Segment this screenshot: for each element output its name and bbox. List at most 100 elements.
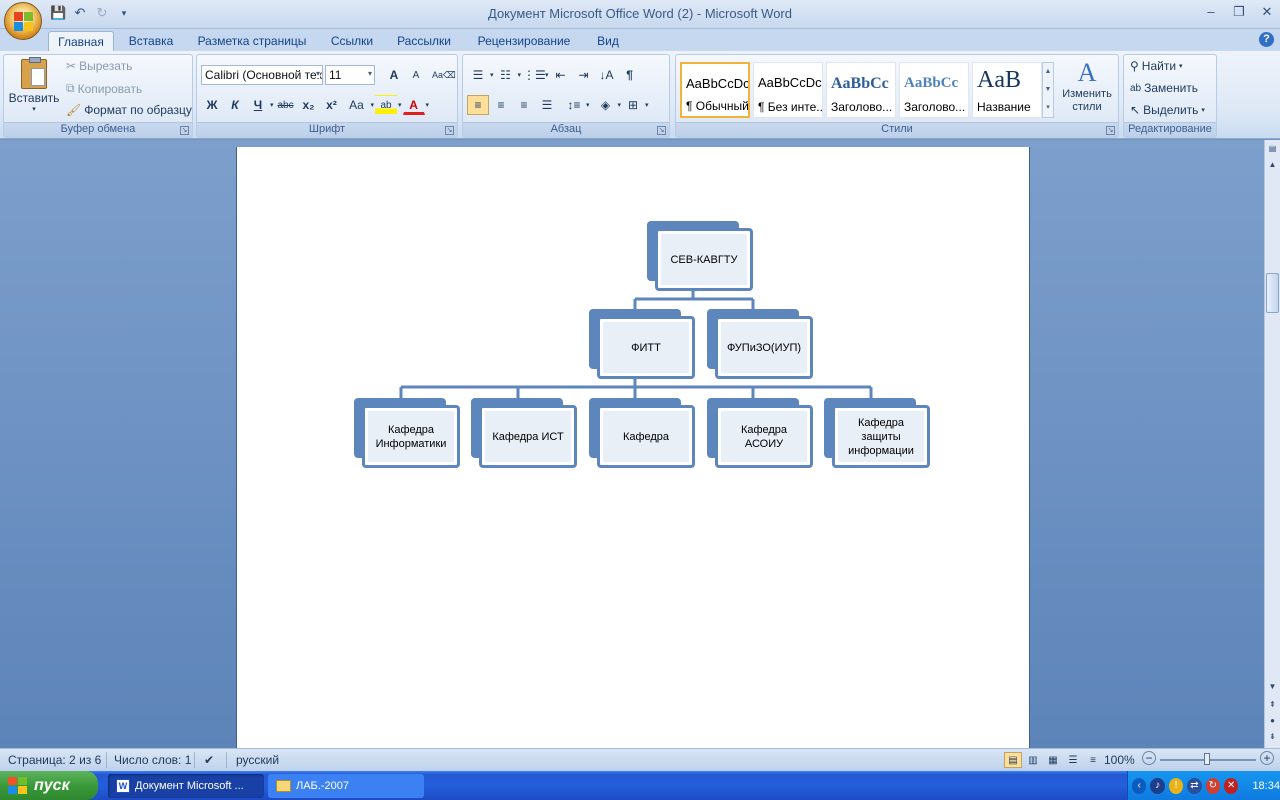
multilevel-list-icon[interactable]: ⋮☰ bbox=[522, 65, 546, 85]
paragraph-launcher-icon[interactable]: ↘ bbox=[657, 126, 666, 135]
find-button[interactable]: ⚲ Найти ▾ bbox=[1130, 59, 1183, 73]
word-doc-icon: W bbox=[116, 779, 130, 793]
page-count[interactable]: Страница: 2 из 6 bbox=[8, 753, 101, 767]
change-case-button[interactable]: Aa bbox=[344, 95, 370, 115]
proofing-icon[interactable]: ✔ bbox=[204, 753, 214, 767]
align-center-icon[interactable]: ≡ bbox=[490, 95, 512, 115]
shading-dropdown-icon[interactable]: ▾ bbox=[618, 101, 622, 109]
language[interactable]: русский bbox=[236, 753, 279, 767]
strikethrough-button[interactable]: abc bbox=[275, 95, 297, 115]
superscript-button[interactable]: x² bbox=[321, 95, 343, 115]
align-left-icon[interactable]: ≡ bbox=[467, 95, 489, 115]
style-normal[interactable]: AaBbCcDc ¶ Обычный bbox=[680, 62, 750, 118]
tab-review[interactable]: Рецензирование bbox=[470, 31, 578, 51]
italic-button[interactable]: К bbox=[224, 95, 246, 115]
office-button[interactable] bbox=[4, 2, 42, 40]
help-icon[interactable]: ? bbox=[1259, 32, 1274, 47]
prev-page-icon[interactable]: ⇞ bbox=[1266, 698, 1279, 712]
multilevel-dropdown-icon[interactable]: ▾ bbox=[545, 71, 549, 79]
tab-home[interactable]: Главная bbox=[48, 31, 114, 51]
word-count[interactable]: Число слов: 1 bbox=[114, 753, 191, 767]
tray-expand-icon[interactable]: ‹ bbox=[1132, 777, 1147, 794]
bullets-dropdown-icon[interactable]: ▾ bbox=[490, 71, 494, 79]
bold-button[interactable]: Ж bbox=[201, 95, 223, 115]
zoom-level[interactable]: 100% bbox=[1104, 753, 1135, 767]
vertical-scrollbar[interactable]: ▤ ▲ ▼ ⇞ ● ⇟ bbox=[1264, 140, 1280, 748]
font-color-dropdown-icon[interactable]: ▾ bbox=[426, 101, 430, 109]
decrease-indent-icon[interactable]: ⇤ bbox=[550, 65, 572, 85]
font-name-combo[interactable]: Calibri (Основной текст) ▾ bbox=[201, 65, 323, 85]
print-layout-icon[interactable]: ▤ bbox=[1004, 752, 1022, 768]
ruler-toggle-icon[interactable]: ▤ bbox=[1266, 142, 1279, 156]
change-styles-button[interactable]: A Изменить стили bbox=[1058, 59, 1116, 114]
highlight-dropdown-icon[interactable]: ▾ bbox=[398, 101, 402, 109]
draft-icon[interactable]: ≡ bbox=[1084, 752, 1102, 768]
next-page-icon[interactable]: ⇟ bbox=[1266, 730, 1279, 744]
taskbar-item-word[interactable]: W Документ Microsoft ... bbox=[108, 774, 264, 798]
shading-icon[interactable]: ◈ bbox=[595, 95, 617, 115]
shrink-font-button[interactable]: A bbox=[405, 65, 427, 85]
clipboard-launcher-icon[interactable]: ↘ bbox=[180, 126, 189, 135]
style-title[interactable]: AaB Название bbox=[972, 62, 1042, 118]
underline-dropdown-icon[interactable]: ▾ bbox=[270, 101, 274, 109]
tray-network-icon[interactable]: ⇄ bbox=[1187, 777, 1202, 794]
align-right-icon[interactable]: ≡ bbox=[513, 95, 535, 115]
grow-font-button[interactable]: A bbox=[383, 65, 405, 85]
scroll-down-icon[interactable]: ▼ bbox=[1266, 680, 1279, 694]
styles-scroll[interactable]: ▲ ▼ ▾ bbox=[1042, 62, 1054, 118]
tray-sync-icon[interactable]: ↻ bbox=[1205, 777, 1221, 794]
numbering-dropdown-icon[interactable]: ▾ bbox=[518, 71, 522, 79]
style-heading1[interactable]: AaBbCc Заголово... bbox=[826, 62, 896, 118]
paste-button[interactable]: Вставить ▾ bbox=[8, 57, 60, 113]
sort-icon[interactable]: ↓A bbox=[596, 65, 618, 85]
underline-button[interactable]: Ч bbox=[247, 95, 269, 115]
borders-icon[interactable]: ⊞ bbox=[622, 95, 644, 115]
outline-icon[interactable]: ☰ bbox=[1064, 752, 1082, 768]
tab-page-layout[interactable]: Разметка страницы bbox=[192, 31, 312, 51]
tab-mailings[interactable]: Рассылки bbox=[392, 31, 456, 51]
scroll-up-icon[interactable]: ▲ bbox=[1266, 158, 1279, 172]
justify-icon[interactable]: ☰ bbox=[536, 95, 558, 115]
document-page[interactable]: СЕВ-КАВГТУ ФИТТ ФУПиЗО(ИУП) Кафедра Инфо… bbox=[236, 147, 1030, 748]
styles-launcher-icon[interactable]: ↘ bbox=[1106, 126, 1115, 135]
tray-antivirus-icon[interactable]: ✕ bbox=[1224, 777, 1239, 794]
tray-speaker-icon[interactable]: ♪ bbox=[1150, 777, 1165, 794]
tab-insert[interactable]: Вставка bbox=[122, 31, 180, 51]
restore-button[interactable]: ❐ bbox=[1232, 4, 1246, 20]
replace-button[interactable]: ab Заменить bbox=[1130, 81, 1198, 95]
minimize-button[interactable]: – bbox=[1204, 4, 1218, 20]
show-marks-button[interactable]: ¶ bbox=[619, 65, 641, 85]
zoom-out-button[interactable]: − bbox=[1142, 751, 1156, 765]
clear-format-icon[interactable]: Aa⌫ bbox=[431, 65, 456, 85]
format-painter-button[interactable]: 🖌 Формат по образцу bbox=[66, 103, 192, 117]
close-button[interactable]: ✕ bbox=[1260, 4, 1274, 20]
style-no-spacing[interactable]: AaBbCcDc ¶ Без инте... bbox=[753, 62, 823, 118]
select-button[interactable]: ↖ Выделить ▾ bbox=[1130, 103, 1205, 117]
cut-button[interactable]: ✂ Вырезать bbox=[66, 59, 132, 73]
tab-view[interactable]: Вид bbox=[590, 31, 626, 51]
zoom-slider-thumb[interactable] bbox=[1204, 753, 1210, 765]
browse-object-icon[interactable]: ● bbox=[1266, 714, 1279, 728]
bullets-icon[interactable]: ☰ bbox=[467, 65, 489, 85]
web-layout-icon[interactable]: ▦ bbox=[1044, 752, 1062, 768]
font-color-icon[interactable]: A bbox=[402, 95, 425, 115]
increase-indent-icon[interactable]: ⇥ bbox=[573, 65, 595, 85]
line-spacing-dropdown-icon[interactable]: ▾ bbox=[586, 101, 590, 109]
scroll-thumb[interactable] bbox=[1266, 273, 1279, 313]
zoom-in-button[interactable]: + bbox=[1260, 751, 1274, 765]
font-size-combo[interactable]: 11 ▾ bbox=[325, 65, 375, 85]
font-launcher-icon[interactable]: ↘ bbox=[445, 126, 454, 135]
numbering-icon[interactable]: ☷ bbox=[495, 65, 517, 85]
tray-shield-icon[interactable]: ! bbox=[1168, 777, 1184, 794]
highlight-icon[interactable]: ab bbox=[375, 95, 398, 115]
line-spacing-icon[interactable]: ↕≡ bbox=[563, 95, 585, 115]
full-reading-icon[interactable]: ▥ bbox=[1024, 752, 1042, 768]
copy-button[interactable]: ⧉ Копировать bbox=[66, 81, 142, 96]
tab-references[interactable]: Ссылки bbox=[324, 31, 380, 51]
subscript-button[interactable]: x₂ bbox=[298, 95, 320, 115]
style-heading2[interactable]: AaBbCc Заголово... bbox=[899, 62, 969, 118]
taskbar-item-folder[interactable]: ЛАБ.-2007 bbox=[268, 774, 424, 798]
change-case-dropdown-icon[interactable]: ▾ bbox=[371, 101, 375, 109]
borders-dropdown-icon[interactable]: ▾ bbox=[645, 101, 649, 109]
start-button[interactable]: пуск bbox=[0, 771, 98, 800]
